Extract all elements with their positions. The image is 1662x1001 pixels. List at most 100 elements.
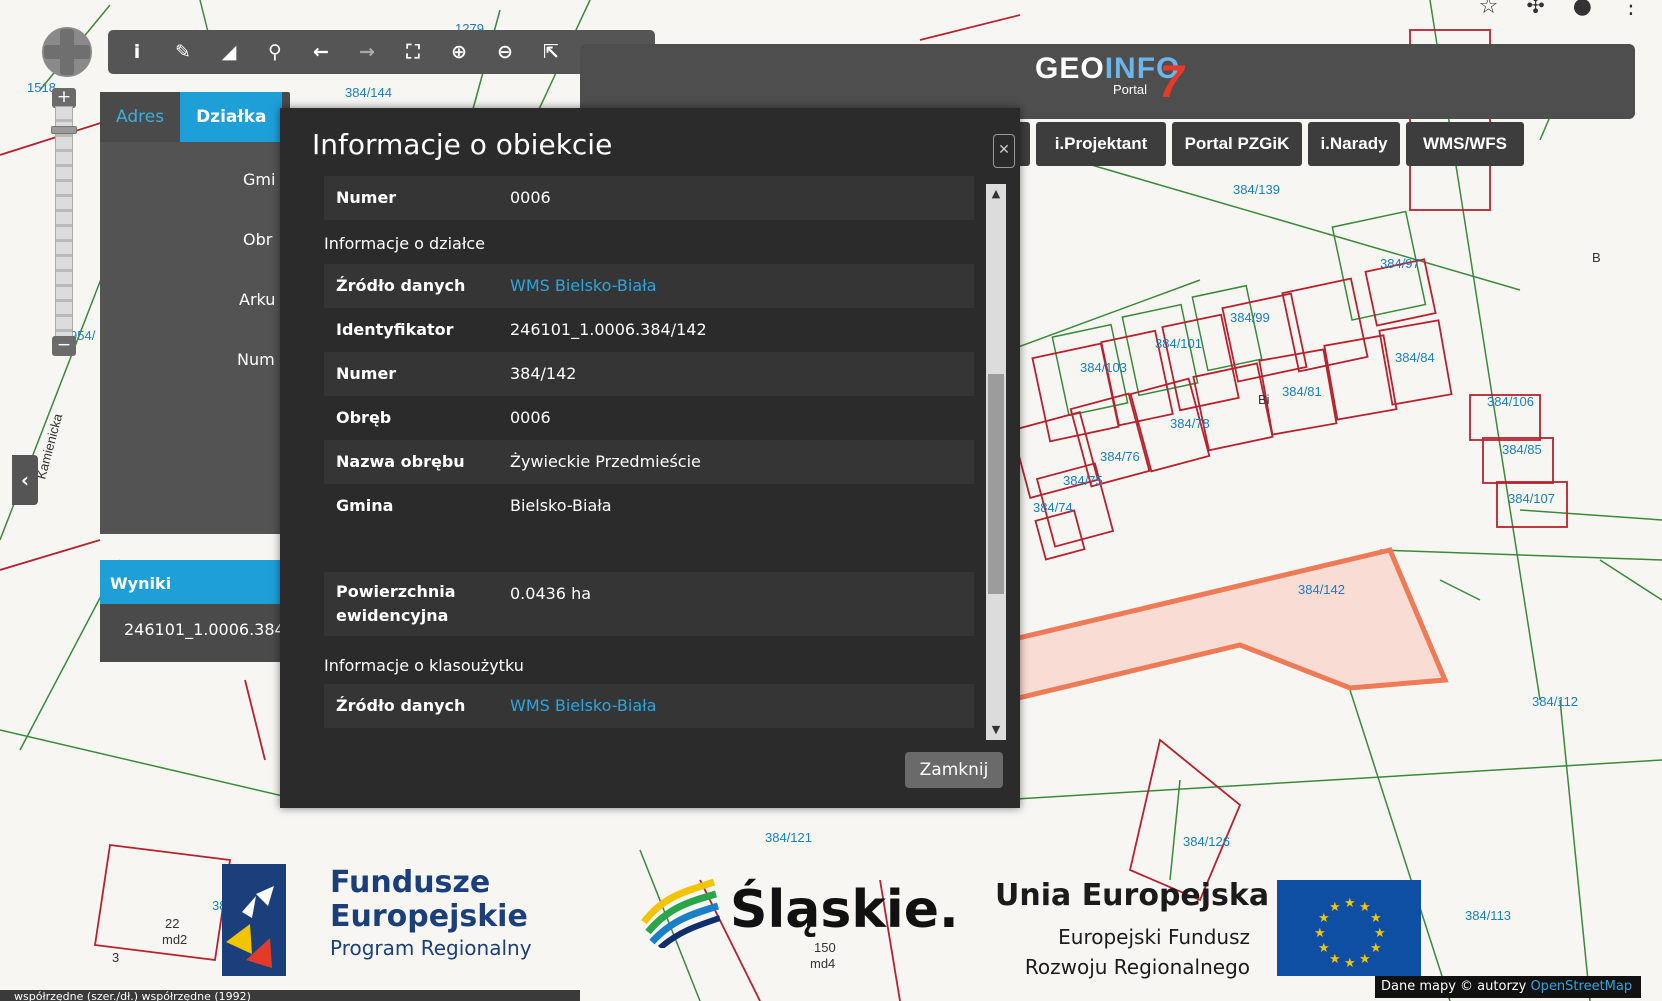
parcel-label: 384/78 [1170, 416, 1210, 431]
nav-item-1[interactable]: i.Projektant [1036, 122, 1166, 166]
close-icon[interactable]: ✕ [993, 134, 1015, 168]
section-land-use-info: Informacje o klasoużytku [324, 656, 524, 675]
forward-tool-button[interactable]: → [344, 34, 390, 70]
info-key: Numer [336, 364, 397, 383]
zoom-thumb[interactable] [51, 126, 77, 134]
bookmark-star-icon[interactable]: ☆ [1479, 0, 1499, 19]
fe-subtitle: Program Regionalny [330, 936, 532, 960]
fe-line2: Europejskie [330, 899, 528, 934]
info-row: Identyfikator 246101_1.0006.384/142 [324, 308, 974, 352]
dialog-scrollbar[interactable]: ▲ ▼ [986, 184, 1006, 740]
nav-item-4[interactable]: WMS/WFS [1406, 122, 1524, 166]
ue-subtitle: Europejski Fundusz Rozwoju Regionalnego [1010, 922, 1250, 982]
info-value: Bielsko-Biała [510, 496, 612, 515]
eu-star-icon: ★ [1329, 952, 1341, 967]
search-tool-button[interactable]: ⚲ [252, 34, 298, 70]
zoom-out-tool-button[interactable]: ⊖ [482, 34, 528, 70]
scroll-up-icon[interactable]: ▲ [986, 184, 1006, 204]
info-value-area: 0.0436 ha [510, 584, 592, 603]
search-tabs: Adres Działka [100, 92, 283, 142]
collapse-panel-chevron-left-icon[interactable]: ‹ [12, 455, 38, 505]
zoom-track[interactable] [55, 106, 73, 338]
info-key: Obręb [336, 408, 392, 427]
parcel-label: 384/103 [1080, 360, 1127, 375]
zoom-out-icon[interactable]: − [52, 336, 76, 356]
browser-toolbar-icons: ☆ ✣ ● ⋮ [1479, 0, 1642, 19]
parcel-label: 384/85 [1502, 442, 1542, 457]
zoom-in-icon[interactable]: + [52, 88, 76, 108]
geoinfo-logo[interactable]: GEOINFO Portal 7 [1035, 52, 1189, 112]
eu-star-icon: ★ [1344, 956, 1356, 971]
info-tool-button[interactable]: i [114, 34, 160, 70]
eu-star-icon: ★ [1359, 900, 1371, 915]
back-tool-button[interactable]: ← [298, 34, 344, 70]
logo-portal: Portal [1113, 82, 1147, 97]
scroll-thumb[interactable] [988, 374, 1004, 594]
slaskie-logo-icon [641, 878, 720, 948]
export-tool-button[interactable]: ⇱ [528, 34, 574, 70]
search-form: Gmi Obr Arku Num [100, 142, 290, 534]
search-panel: Adres Działka Gmi Obr Arku Num [100, 92, 290, 534]
zoom-slider[interactable]: + − [51, 88, 77, 356]
info-value-link[interactable]: WMS Bielsko-Biała [510, 276, 656, 295]
close-button[interactable]: Zamknij [905, 752, 1003, 788]
extensions-puzzle-icon[interactable]: ✣ [1526, 0, 1544, 19]
map-attribution: Dane mapy © autorzy OpenStreetMap [1375, 976, 1641, 998]
block-label: B [1592, 250, 1601, 265]
info-value-link[interactable]: WMS Bielsko-Biała [510, 696, 656, 715]
scroll-down-icon[interactable]: ▼ [986, 720, 1006, 740]
info-row: Gmina Bielsko-Biała [324, 484, 974, 528]
profile-tool-button[interactable]: ◢ [206, 34, 252, 70]
info-row-area: Powierzchnia ewidencyjna 0.0436 ha [324, 572, 974, 636]
eu-star-icon: ★ [1374, 926, 1386, 941]
parcel-label: 384/75 [1063, 473, 1103, 488]
eu-star-icon: ★ [1344, 896, 1356, 911]
info-row: Numer 0006 [324, 176, 974, 220]
info-value: 384/142 [510, 364, 577, 383]
info-value: 0006 [510, 408, 551, 427]
attribution-text: Dane mapy © autorzy [1381, 979, 1527, 994]
ue-line3: Rozwoju Regionalnego [1024, 955, 1250, 979]
eu-funding-banner: Fundusze Europejskie Program Regionalny Ś… [0, 830, 1662, 1000]
eu-star-icon: ★ [1370, 941, 1382, 956]
parcel-label: 384/112 [1532, 694, 1578, 709]
openstreetmap-link[interactable]: OpenStreetMap [1530, 979, 1632, 994]
pan-arrows-icon[interactable] [42, 27, 92, 77]
pan-control[interactable] [42, 27, 92, 77]
tab-dzialka[interactable]: Działka [180, 92, 283, 142]
profile-avatar-icon[interactable]: ● [1573, 0, 1592, 19]
info-key: Identyfikator [336, 320, 454, 339]
ue-title: Unia Europejska [995, 878, 1270, 913]
eu-star-icon: ★ [1318, 911, 1330, 926]
pencil-tool-button[interactable]: ✎ [160, 34, 206, 70]
parcel-label: 384/144 [345, 85, 392, 100]
info-row: Źródło danych WMS Bielsko-Biała [324, 264, 974, 308]
field-label-obreb: Obr [243, 230, 273, 249]
info-value: Żywieckie Przedmieście [510, 452, 701, 471]
parcel-label: 384/106 [1487, 394, 1534, 409]
area-key-line2: ewidencyjna [336, 606, 449, 625]
map-toolbar: i✎◢⚲←→⛶⊕⊖⇱? [108, 30, 655, 74]
zoom-in-tool-button[interactable]: ⊕ [436, 34, 482, 70]
info-key-area: Powierzchnia ewidencyjna [324, 580, 510, 628]
info-key: Nazwa obrębu [336, 452, 465, 471]
status-bar: współrzędne (szer./dł.) współrzędne (199… [0, 990, 580, 1001]
eu-star-icon: ★ [1359, 952, 1371, 967]
section-parcel-info: Informacje o działce [324, 234, 486, 253]
eu-star-icon: ★ [1318, 941, 1330, 956]
full-extent-tool-button[interactable]: ⛶ [390, 34, 436, 70]
parcel-label: 384/74 [1033, 500, 1073, 515]
nav-item-2[interactable]: Portal PZGiK [1172, 122, 1302, 166]
info-key: Gmina [336, 496, 394, 515]
info-value: 0006 [510, 188, 551, 207]
parcel-label: 384/76 [1100, 449, 1140, 464]
eu-stars-icon: ★ ★★★★★★★★★★★ [1314, 896, 1386, 971]
eu-star-icon: ★ [1329, 900, 1341, 915]
parcel-label: 384/107 [1508, 491, 1555, 506]
block-label: Bi [1258, 392, 1270, 407]
parcel-label: 384/142 [1298, 582, 1345, 597]
tab-adres[interactable]: Adres [100, 92, 181, 142]
nav-item-3[interactable]: i.Narady [1308, 122, 1400, 166]
more-menu-icon[interactable]: ⋮ [1620, 0, 1642, 19]
info-value: 246101_1.0006.384/142 [510, 320, 707, 339]
